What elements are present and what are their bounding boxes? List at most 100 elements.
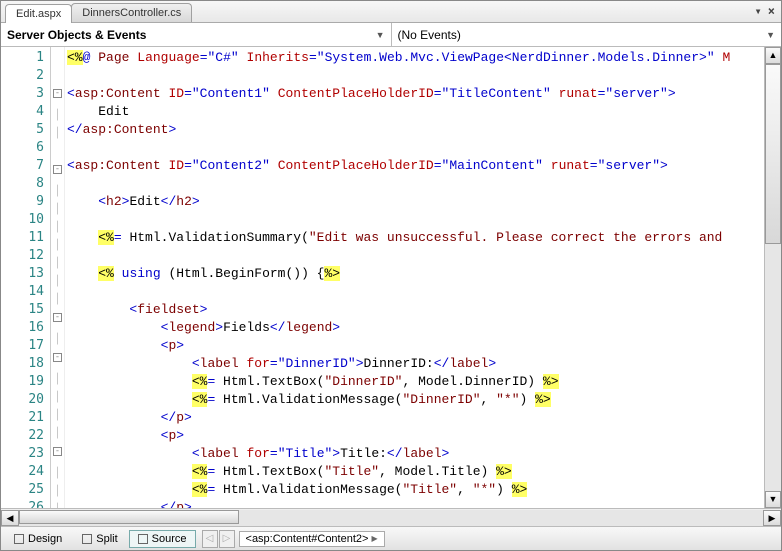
line-number: 10 <box>1 211 50 229</box>
line-number: 8 <box>1 175 50 193</box>
code-line[interactable]: <p> <box>65 337 781 355</box>
line-number: 22 <box>1 427 50 445</box>
vscroll-track[interactable] <box>765 64 781 491</box>
split-view-button[interactable]: Split <box>73 530 126 548</box>
code-line[interactable]: <%= Html.ValidationMessage("DinnerID", "… <box>65 391 781 409</box>
server-objects-dropdown[interactable]: Server Objects & Events ▼ <box>1 23 392 46</box>
code-line[interactable] <box>65 139 781 157</box>
fold-guide: │ <box>51 501 64 508</box>
code-line[interactable]: Edit <box>65 103 781 121</box>
code-line[interactable]: <asp:Content ID="Content2" ContentPlaceH… <box>65 157 781 175</box>
fold-toggle-icon[interactable]: - <box>53 353 62 362</box>
code-line[interactable] <box>65 211 781 229</box>
split-icon <box>82 534 92 544</box>
code-line[interactable] <box>65 175 781 193</box>
line-number: 17 <box>1 337 50 355</box>
code-line[interactable] <box>65 247 781 265</box>
code-line[interactable]: <%@ Page Language="C#" Inherits="System.… <box>65 49 781 67</box>
fold-column: -││-│││││││-│-││││-││││ <box>51 47 65 508</box>
fold-guide: │ <box>51 331 64 349</box>
vertical-scrollbar[interactable]: ▲ ▼ <box>764 47 781 508</box>
fold-guide: │ <box>51 371 64 389</box>
line-number: 15 <box>1 301 50 319</box>
scroll-left-icon[interactable]: ◀ <box>1 510 19 526</box>
close-icon[interactable]: × <box>768 4 775 18</box>
code-line[interactable]: <h2>Edit</h2> <box>65 193 781 211</box>
code-editor[interactable]: 1234567891011121314151617181920212223242… <box>1 47 781 508</box>
fold-toggle-icon[interactable]: - <box>53 89 62 98</box>
code-line[interactable]: <p> <box>65 427 781 445</box>
breadcrumb-prev-icon[interactable]: ◁ <box>202 530 218 548</box>
line-number: 5 <box>1 121 50 139</box>
breadcrumb-next-icon[interactable]: ▷ <box>219 530 235 548</box>
code-line[interactable]: <label for="DinnerID">DinnerID:</label> <box>65 355 781 373</box>
code-line[interactable]: <%= Html.TextBox("DinnerID", Model.Dinne… <box>65 373 781 391</box>
code-line[interactable]: <%= Html.ValidationSummary("Edit was uns… <box>65 229 781 247</box>
line-number: 7 <box>1 157 50 175</box>
line-number: 24 <box>1 463 50 481</box>
hscroll-thumb[interactable] <box>19 510 239 524</box>
fold-guide: │ <box>51 389 64 407</box>
fold-guide: │ <box>51 183 64 201</box>
tab-list-dropdown-icon[interactable]: ▾ <box>755 4 762 18</box>
code-line[interactable]: </asp:Content> <box>65 121 781 139</box>
code-line[interactable]: <%= Html.TextBox("Title", Model.Title) %… <box>65 463 781 481</box>
code-line[interactable]: <asp:Content ID="Content1" ContentPlaceH… <box>65 85 781 103</box>
horizontal-scrollbar[interactable]: ◀ ▶ <box>1 508 781 526</box>
line-number: 13 <box>1 265 50 283</box>
chevron-right-icon: ▶ <box>371 534 377 543</box>
object-event-dropdown-row: Server Objects & Events ▼ (No Events) ▼ <box>1 23 781 47</box>
code-line[interactable]: <label for="Title">Title:</label> <box>65 445 781 463</box>
line-number: 25 <box>1 481 50 499</box>
events-label: (No Events) <box>398 28 461 42</box>
split-label: Split <box>96 533 117 545</box>
line-number: 20 <box>1 391 50 409</box>
breadcrumb-item[interactable]: <asp:Content#Content2> ▶ <box>239 531 385 547</box>
line-number: 16 <box>1 319 50 337</box>
view-mode-bar: Design Split Source ◁ ▷ <asp:Content#Con… <box>1 526 781 550</box>
code-line[interactable]: <% using (Html.BeginForm()) {%> <box>65 265 781 283</box>
design-icon <box>14 534 24 544</box>
line-number: 3 <box>1 85 50 103</box>
fold-guide: │ <box>51 273 64 291</box>
code-line[interactable]: <legend>Fields</legend> <box>65 319 781 337</box>
line-number: 4 <box>1 103 50 121</box>
breadcrumb-nav-buttons: ◁ ▷ <box>202 530 235 548</box>
scroll-up-icon[interactable]: ▲ <box>765 47 781 64</box>
line-number: 6 <box>1 139 50 157</box>
line-number: 19 <box>1 373 50 391</box>
fold-guide: │ <box>51 291 64 309</box>
code-line[interactable]: </p> <box>65 409 781 427</box>
events-dropdown[interactable]: (No Events) ▼ <box>392 23 782 46</box>
tab-bar: Edit.aspxDinnersController.cs ▾ × <box>1 1 781 23</box>
file-tab[interactable]: Edit.aspx <box>5 4 72 23</box>
fold-guide: │ <box>51 125 64 143</box>
code-line[interactable] <box>65 283 781 301</box>
line-number: 9 <box>1 193 50 211</box>
fold-guide: │ <box>51 407 64 425</box>
hscroll-track[interactable] <box>19 510 763 526</box>
breadcrumb-label: <asp:Content#Content2> <box>246 533 369 545</box>
design-view-button[interactable]: Design <box>5 530 71 548</box>
source-view-button[interactable]: Source <box>129 530 196 548</box>
source-label: Source <box>152 533 187 545</box>
source-icon <box>138 534 148 544</box>
scroll-right-icon[interactable]: ▶ <box>763 510 781 526</box>
fold-guide: │ <box>51 255 64 273</box>
scroll-down-icon[interactable]: ▼ <box>765 491 781 508</box>
file-tab[interactable]: DinnersController.cs <box>71 3 192 22</box>
fold-toggle-icon[interactable]: - <box>53 447 62 456</box>
code-content[interactable]: <%@ Page Language="C#" Inherits="System.… <box>65 47 781 508</box>
line-number: 18 <box>1 355 50 373</box>
line-number: 11 <box>1 229 50 247</box>
code-line[interactable]: <fieldset> <box>65 301 781 319</box>
code-line[interactable]: <%= Html.ValidationMessage("Title", "*")… <box>65 481 781 499</box>
code-line[interactable]: </p> <box>65 499 781 508</box>
line-number: 23 <box>1 445 50 463</box>
fold-toggle-icon[interactable]: - <box>53 165 62 174</box>
fold-toggle-icon[interactable]: - <box>53 313 62 322</box>
chevron-down-icon: ▼ <box>766 30 775 40</box>
code-line[interactable] <box>65 67 781 85</box>
editor-wrap: 1234567891011121314151617181920212223242… <box>1 47 781 526</box>
vscroll-thumb[interactable] <box>765 64 781 244</box>
